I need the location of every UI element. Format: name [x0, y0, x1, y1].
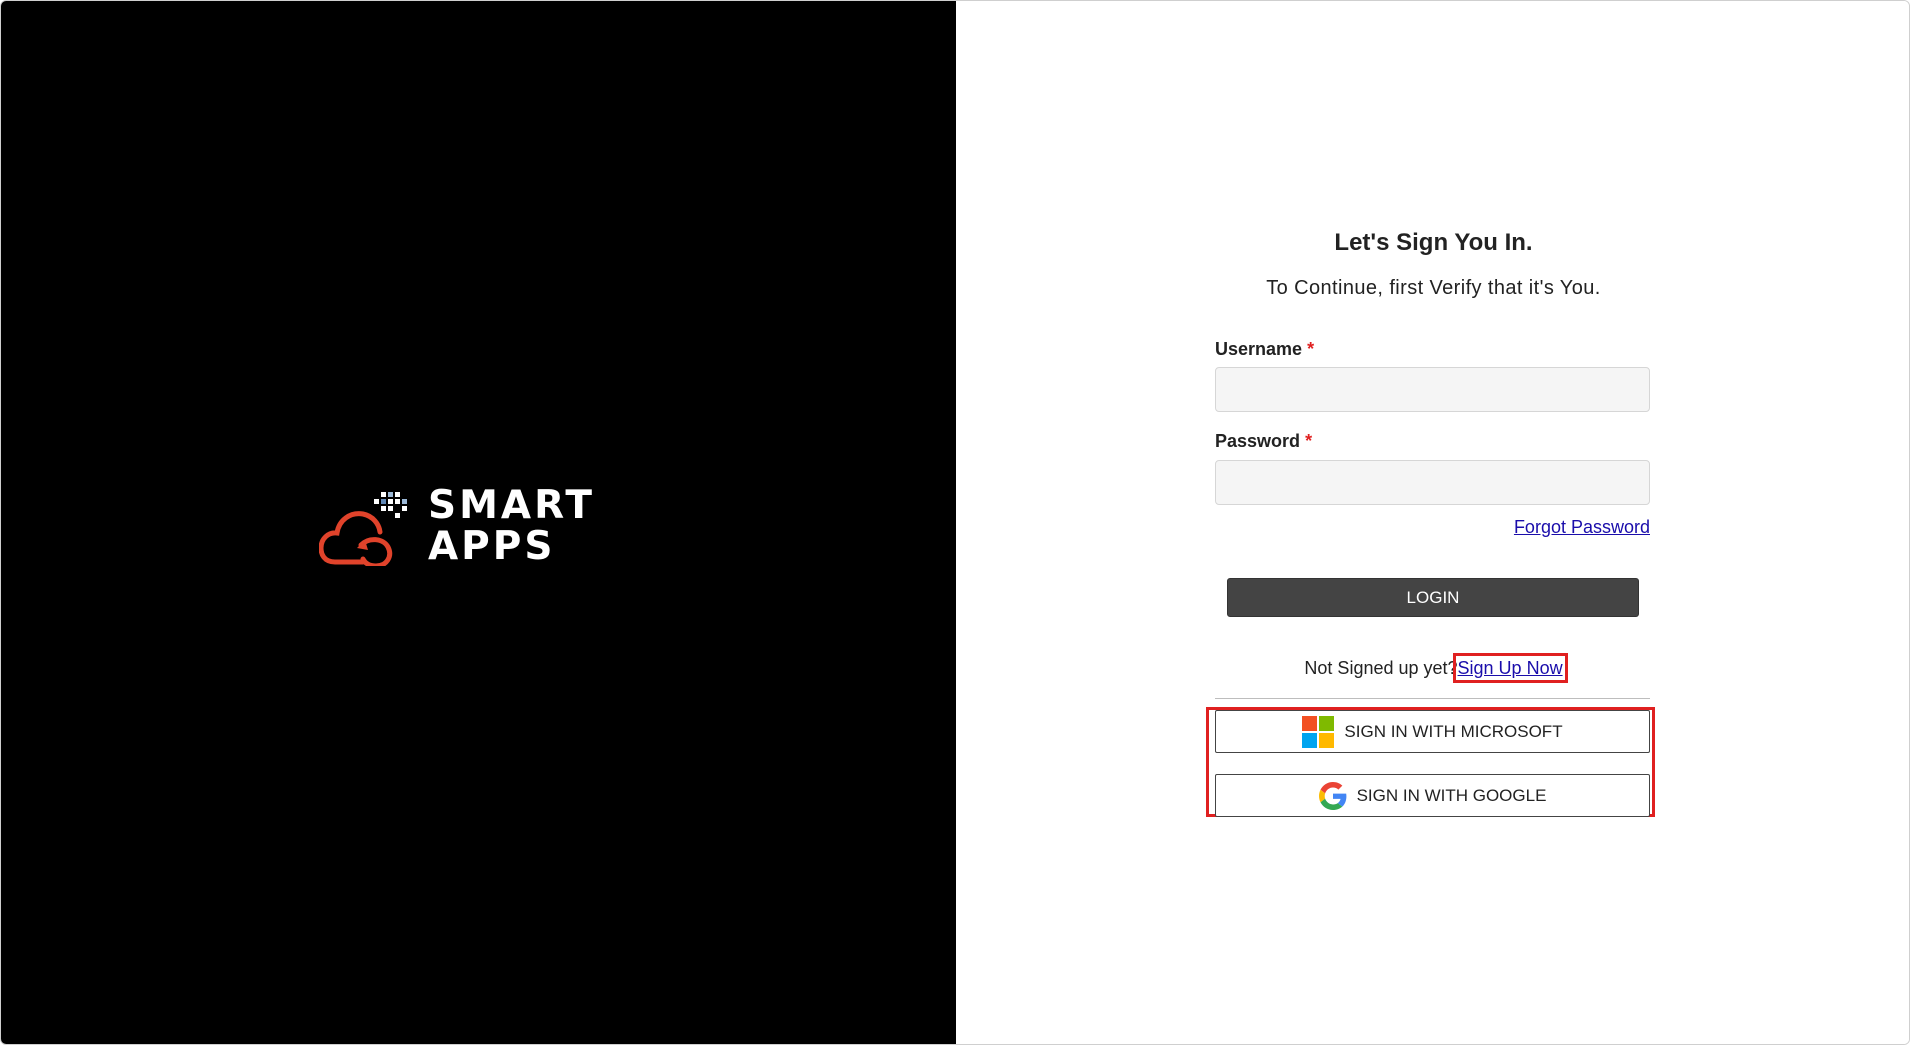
forgot-password-link[interactable]: Forgot Password [1511, 517, 1650, 538]
login-panel: Let's Sign You In. To Continue, first Ve… [956, 1, 1909, 1044]
page-subtitle: To Continue, first Verify that it's You. [1266, 277, 1601, 299]
required-asterisk: * [1305, 431, 1313, 451]
signup-row: Not Signed up yet?Sign Up Now [956, 653, 1909, 683]
google-logo-icon [1318, 781, 1346, 810]
page-title: Let's Sign You In. [1334, 229, 1533, 256]
sign-in-microsoft-button[interactable]: SIGN IN WITH MICROSOFT [1215, 710, 1650, 753]
microsoft-button-label: SIGN IN WITH MICROSOFT [1344, 721, 1563, 741]
cloud-refresh-logo-icon [319, 492, 407, 566]
password-input[interactable] [1215, 460, 1650, 505]
password-label-text: Password [1215, 431, 1301, 451]
divider [1215, 698, 1650, 699]
brand-panel: SMART APPS [1, 1, 956, 1044]
google-button-label: SIGN IN WITH GOOGLE [1356, 785, 1547, 805]
brand-name-line1: SMART [428, 483, 595, 528]
login-window: SMART APPS Let's Sign You In. To Continu… [0, 0, 1910, 1045]
microsoft-logo-icon [1302, 715, 1335, 748]
sign-in-google-button[interactable]: SIGN IN WITH GOOGLE [1215, 774, 1650, 817]
password-label: Password * [1215, 431, 1312, 452]
signup-prompt: Not Signed up yet? [1304, 658, 1458, 678]
username-label: Username * [1215, 339, 1314, 360]
username-input[interactable] [1215, 367, 1650, 412]
sign-up-now-link[interactable]: Sign Up Now [1452, 653, 1568, 683]
smart-apps-logo: SMART APPS [319, 483, 629, 569]
required-asterisk: * [1307, 339, 1315, 359]
brand-name-line2: APPS [428, 524, 556, 569]
username-label-text: Username [1215, 339, 1303, 359]
login-button[interactable]: LOGIN [1227, 578, 1639, 617]
